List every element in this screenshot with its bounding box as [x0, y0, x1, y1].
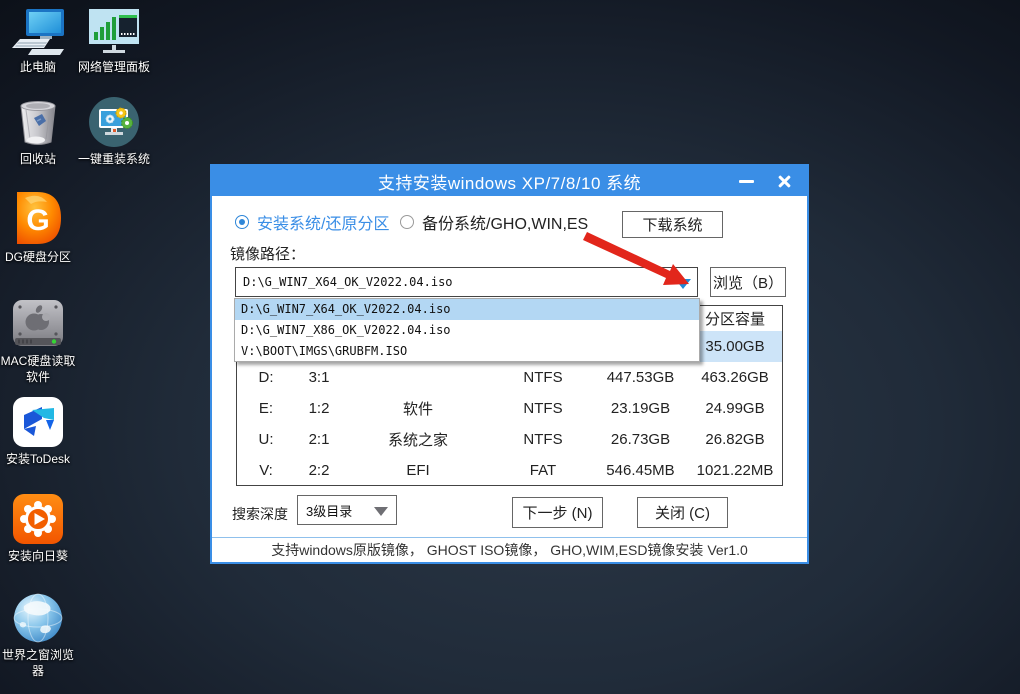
dropdown-item[interactable]: D:\G_WIN7_X86_OK_V2022.04.iso [235, 320, 699, 341]
desktop-icon-label: 此电脑 [0, 60, 76, 76]
desktop-icon-install-todesk[interactable]: 安装ToDesk [0, 398, 76, 468]
todesk-icon [0, 398, 76, 448]
radio-label: 安装系统/还原分区 [257, 210, 389, 234]
desktop-icon-this-pc[interactable]: 此电脑 [0, 6, 76, 76]
desktop-icon-dg-partition[interactable]: G DG硬盘分区 [0, 196, 76, 266]
radio-backup[interactable]: 备份系统/GHO,WIN,ES [400, 210, 588, 234]
dropdown-item[interactable]: V:\BOOT\IMGS\GRUBFM.ISO [235, 341, 699, 362]
desktop-icon-mac-disk-reader[interactable]: MAC硬盘读取软件 [0, 300, 76, 385]
desktop-icon-recycle-bin[interactable]: 回收站 [0, 98, 76, 168]
sunflower-icon [0, 495, 76, 545]
minimize-icon [739, 180, 754, 183]
desktop-icon-label: 世界之窗浏览器 [0, 648, 76, 679]
download-system-button[interactable]: 下载系统 [622, 211, 723, 238]
table-row[interactable]: E: 1:2 软件 NTFS 23.19GB 24.99GB [237, 393, 782, 424]
mac-disk-icon [0, 300, 76, 350]
radio-label: 备份系统/GHO,WIN,ES [422, 210, 588, 234]
install-dialog: 支持安装windows XP/7/8/10 系统 安装系统/还原分区 备份系统/… [210, 164, 809, 564]
dialog-titlebar: 支持安装windows XP/7/8/10 系统 [212, 166, 807, 196]
browse-button[interactable]: 浏览（B） [710, 267, 786, 297]
desktop-icon-label: 回收站 [0, 152, 76, 168]
desktop-icon-install-sunflower[interactable]: 安装向日葵 [0, 495, 76, 565]
table-header-cell: 分区容量 [688, 308, 782, 329]
search-depth-label: 搜索深度 [232, 504, 288, 524]
table-row[interactable]: V: 2:2 EFI FAT 546.45MB 1021.22MB [237, 455, 782, 486]
desktop-icon-label: DG硬盘分区 [0, 250, 76, 266]
one-key-reinstall-icon [76, 98, 152, 148]
radio-selected-icon [235, 215, 249, 229]
dropdown-item-selected[interactable]: D:\G_WIN7_X64_OK_V2022.04.iso [235, 299, 699, 320]
desktop-icon-world-window-browser[interactable]: 世界之窗浏览器 [0, 594, 76, 679]
table-row[interactable]: U: 2:1 系统之家 NTFS 26.73GB 26.82GB [237, 424, 782, 455]
desktop-icon-label: 一键重装系统 [76, 152, 152, 168]
dg-partition-icon: G [0, 196, 76, 246]
image-path-label: 镜像路径： [230, 243, 305, 264]
network-panel-icon [76, 6, 152, 56]
close-button[interactable] [767, 166, 801, 196]
status-text: 支持windows原版镜像， GHOST ISO镜像， GHO,WIM,ESD镜… [271, 540, 748, 560]
close-icon [777, 174, 792, 189]
svg-text:G: G [26, 204, 49, 237]
image-path-dropdown-list: D:\G_WIN7_X64_OK_V2022.04.iso D:\G_WIN7_… [234, 298, 700, 362]
desktop-icon-network-panel[interactable]: 网络管理面板 [76, 6, 152, 76]
recycle-bin-icon [0, 98, 76, 148]
dialog-title: 支持安装windows XP/7/8/10 系统 [378, 169, 641, 194]
status-bar: 支持windows原版镜像， GHOST ISO镜像， GHO,WIM,ESD镜… [212, 537, 807, 562]
desktop-icon-label: MAC硬盘读取软件 [0, 354, 76, 385]
search-depth-select[interactable]: 3级目录 [297, 495, 397, 525]
chevron-down-icon[interactable] [675, 279, 691, 289]
desktop-icon-one-key-reinstall[interactable]: 一键重装系统 [76, 98, 152, 168]
computer-icon [0, 6, 76, 56]
desktop-icon-label: 网络管理面板 [76, 60, 152, 76]
chevron-down-icon [374, 507, 388, 516]
desktop-icon-label: 安装向日葵 [0, 549, 76, 565]
search-depth-value: 3级目录 [306, 501, 352, 520]
radio-unselected-icon [400, 215, 414, 229]
minimize-button[interactable] [729, 166, 763, 196]
image-path-value: D:\G_WIN7_X64_OK_V2022.04.iso [243, 275, 453, 289]
close-dialog-button[interactable]: 关闭 (C) [637, 497, 728, 528]
next-step-button[interactable]: 下一步 (N) [512, 497, 603, 528]
image-path-input[interactable]: D:\G_WIN7_X64_OK_V2022.04.iso [235, 267, 698, 297]
table-row[interactable]: D: 3:1 NTFS 447.53GB 463.26GB [237, 362, 782, 393]
globe-icon [0, 594, 76, 644]
radio-install-restore[interactable]: 安装系统/还原分区 [235, 210, 389, 234]
desktop-icon-label: 安装ToDesk [0, 452, 76, 468]
